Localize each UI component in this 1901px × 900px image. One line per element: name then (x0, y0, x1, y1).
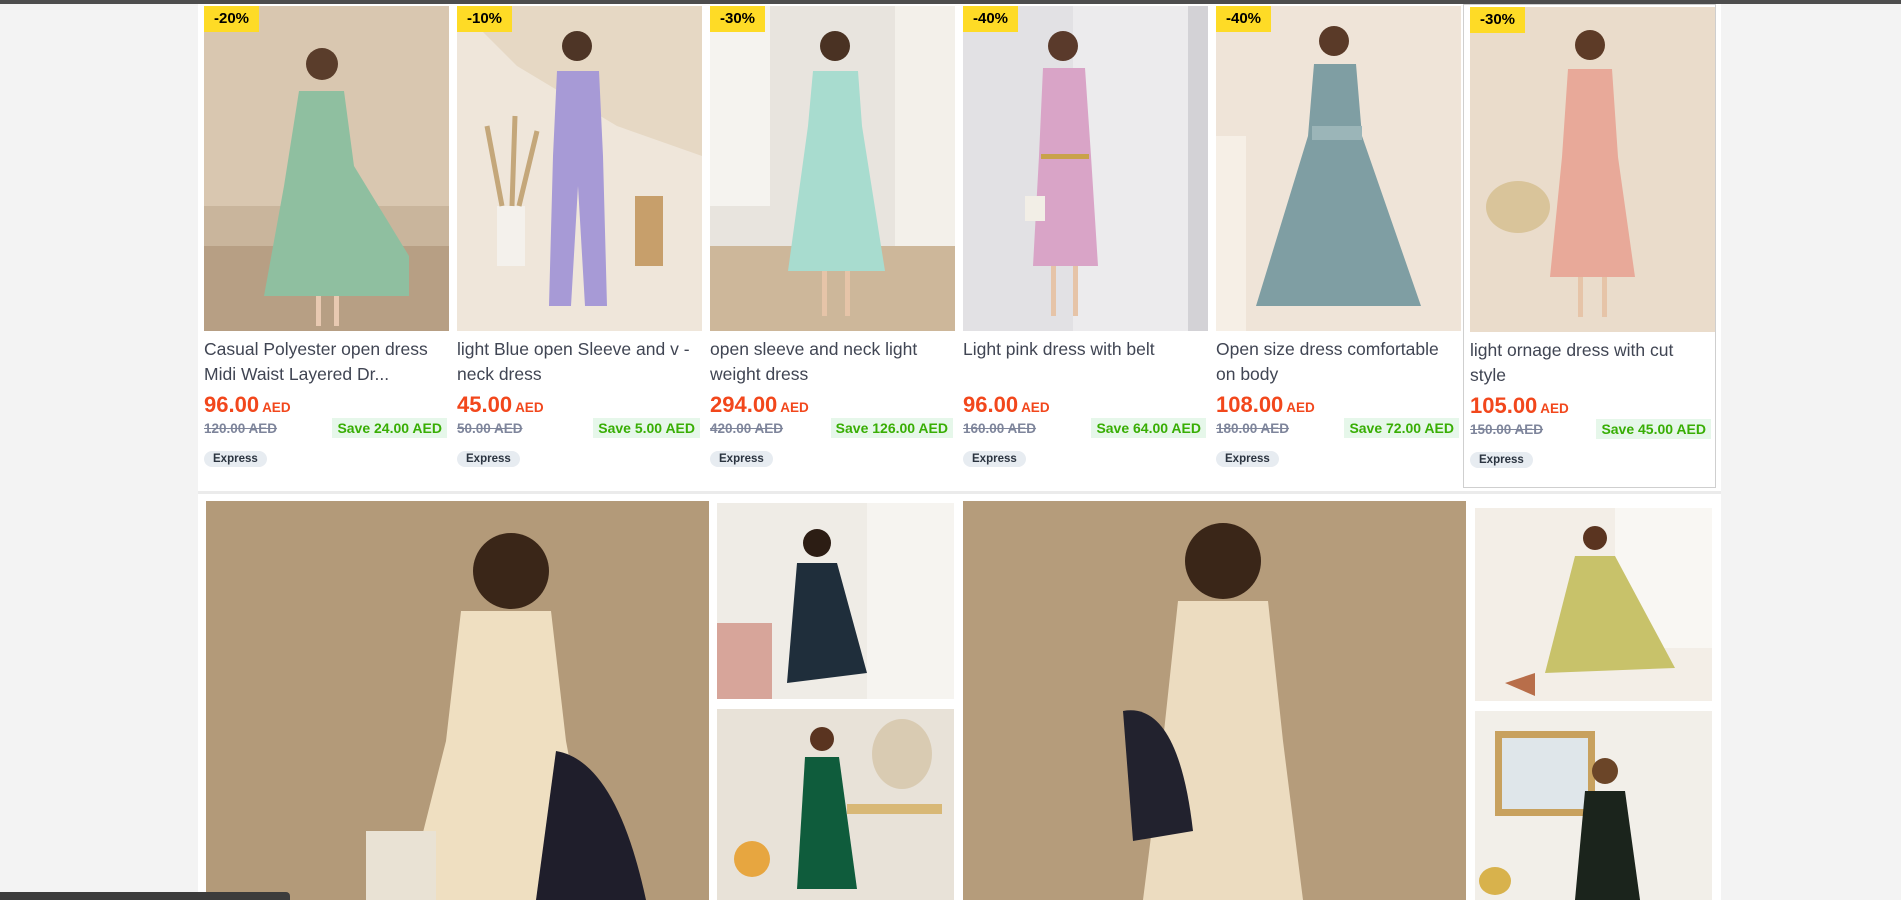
product-card[interactable]: -30% light ornage dress with cut style 1… (1463, 4, 1716, 488)
price-amount: 96.00 (204, 392, 260, 417)
product-price: 294.00 AED (710, 392, 809, 418)
product-price: 96.00 AED (963, 392, 1050, 418)
product-image[interactable] (1216, 6, 1461, 331)
savings-badge: Save 5.00 AED (593, 418, 700, 438)
product-price: 96.00 AED (204, 392, 291, 418)
savings-badge: Save 24.00 AED (332, 418, 447, 438)
discount-badge: -10% (457, 6, 513, 32)
banner-image[interactable] (206, 501, 709, 900)
product-title[interactable]: light Blue open Sleeve and v - neck dres… (457, 337, 697, 387)
savings-badge: Save 72.00 AED (1344, 418, 1459, 438)
price-amount: 108.00 (1216, 392, 1284, 417)
discount-badge: -20% (204, 6, 260, 32)
product-image[interactable] (457, 6, 702, 331)
page-content: -20% Casual Polyester open dress Midi Wa… (198, 4, 1721, 900)
old-price: 420.00 AED (710, 421, 784, 436)
old-price: 150.00 AED (1470, 422, 1544, 437)
product-image[interactable] (204, 6, 449, 331)
price-currency: AED (515, 400, 544, 415)
price-amount: 45.00 (457, 392, 513, 417)
savings-badge: Save 126.00 AED (830, 418, 953, 438)
product-card[interactable]: -30% open sleeve and neck light weight d… (704, 4, 957, 488)
express-tag: Express (710, 451, 773, 467)
discount-badge: -30% (710, 6, 766, 32)
product-card[interactable]: -40% Open size dress comfortable on body… (1210, 4, 1463, 488)
product-image[interactable] (710, 6, 955, 331)
price-amount: 294.00 (710, 392, 778, 417)
old-price: 180.00 AED (1216, 421, 1290, 436)
product-title[interactable]: Light pink dress with belt (963, 337, 1203, 387)
product-title[interactable]: Open size dress comfortable on body (1216, 337, 1456, 387)
product-title[interactable]: open sleeve and neck light weight dress (710, 337, 950, 387)
express-tag: Express (204, 451, 267, 467)
product-title[interactable]: Casual Polyester open dress Midi Waist L… (204, 337, 444, 387)
discount-badge: -30% (1470, 7, 1526, 33)
discount-badge: -40% (1216, 6, 1272, 32)
price-amount: 105.00 (1470, 393, 1538, 418)
price-currency: AED (262, 400, 291, 415)
product-price: 108.00 AED (1216, 392, 1315, 418)
banner-image[interactable] (717, 503, 954, 699)
price-amount: 96.00 (963, 392, 1019, 417)
banner-image[interactable] (1475, 508, 1712, 701)
product-image[interactable] (1470, 7, 1715, 332)
banner-image[interactable] (963, 501, 1466, 900)
discount-badge: -40% (963, 6, 1019, 32)
product-price: 45.00 AED (457, 392, 544, 418)
old-price: 120.00 AED (204, 421, 278, 436)
express-tag: Express (1216, 451, 1279, 467)
product-carousel: -20% Casual Polyester open dress Midi Wa… (198, 4, 1721, 490)
section-divider (198, 491, 1721, 494)
product-card[interactable]: -20% Casual Polyester open dress Midi Wa… (198, 4, 451, 488)
product-card[interactable]: -10% light Blue open Sleeve and v - neck… (451, 4, 704, 488)
product-card[interactable]: -40% Light pink dress with belt 96.00 AED… (957, 4, 1210, 488)
product-image[interactable] (963, 6, 1208, 331)
price-currency: AED (1021, 400, 1050, 415)
banner-image[interactable] (1475, 711, 1712, 900)
banner-image[interactable] (717, 709, 954, 900)
express-tag: Express (1470, 452, 1533, 468)
price-currency: AED (1286, 400, 1315, 415)
express-tag: Express (963, 451, 1026, 467)
price-currency: AED (1540, 401, 1569, 416)
savings-badge: Save 64.00 AED (1091, 418, 1206, 438)
price-currency: AED (780, 400, 809, 415)
old-price: 50.00 AED (457, 421, 523, 436)
product-price: 105.00 AED (1470, 393, 1569, 419)
savings-badge: Save 45.00 AED (1596, 419, 1711, 439)
old-price: 160.00 AED (963, 421, 1037, 436)
express-tag: Express (457, 451, 520, 467)
product-title[interactable]: light ornage dress with cut style (1470, 338, 1710, 388)
horizontal-scrollbar[interactable] (0, 892, 290, 900)
